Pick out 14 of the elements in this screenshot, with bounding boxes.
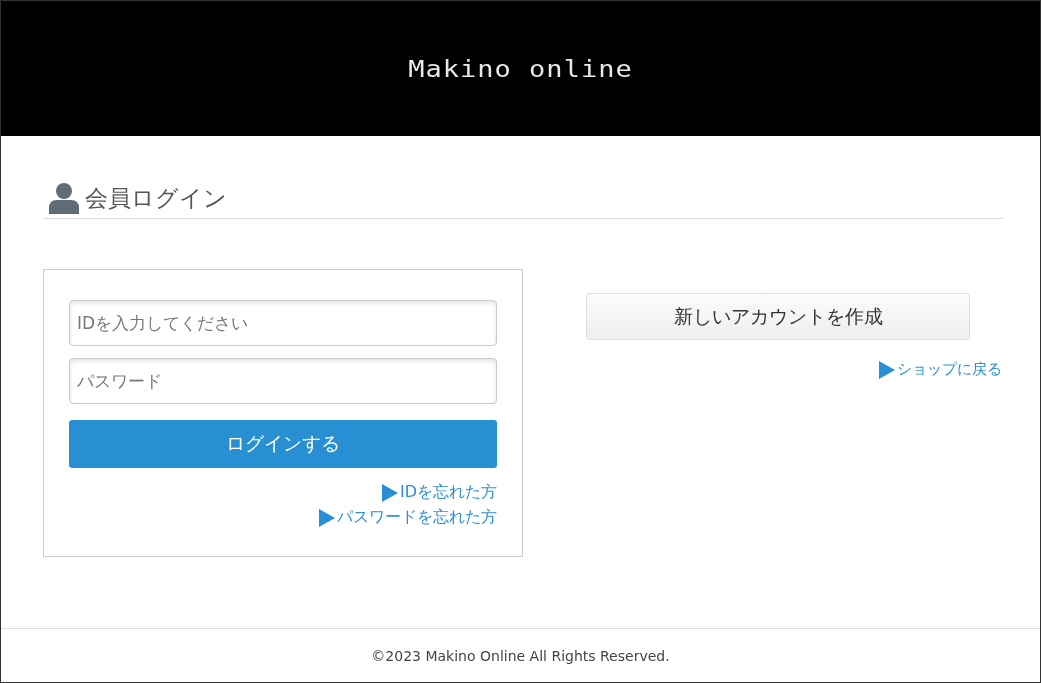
triangle-icon: [319, 508, 335, 527]
back-to-shop-link[interactable]: ショップに戻る: [879, 360, 1002, 379]
copyright-text: ©2023 Makino Online All Rights Reserved.: [371, 647, 670, 664]
id-field[interactable]: IDを入力してください: [69, 300, 497, 346]
login-button[interactable]: ログインする: [69, 420, 497, 468]
page-title: 会員ログイン: [85, 183, 227, 213]
site-logo: Makino online: [408, 55, 633, 82]
triangle-icon: [381, 483, 398, 502]
link[interactable]: パスワードを忘れた方: [319, 507, 497, 528]
link[interactable]: IDを忘れた方: [381, 482, 497, 503]
create-account-button[interactable]: 新しいアカウントを作成: [586, 293, 970, 340]
user-icon: [49, 182, 79, 214]
triangle-icon: [879, 360, 895, 379]
password-field[interactable]: パスワード: [69, 358, 497, 404]
